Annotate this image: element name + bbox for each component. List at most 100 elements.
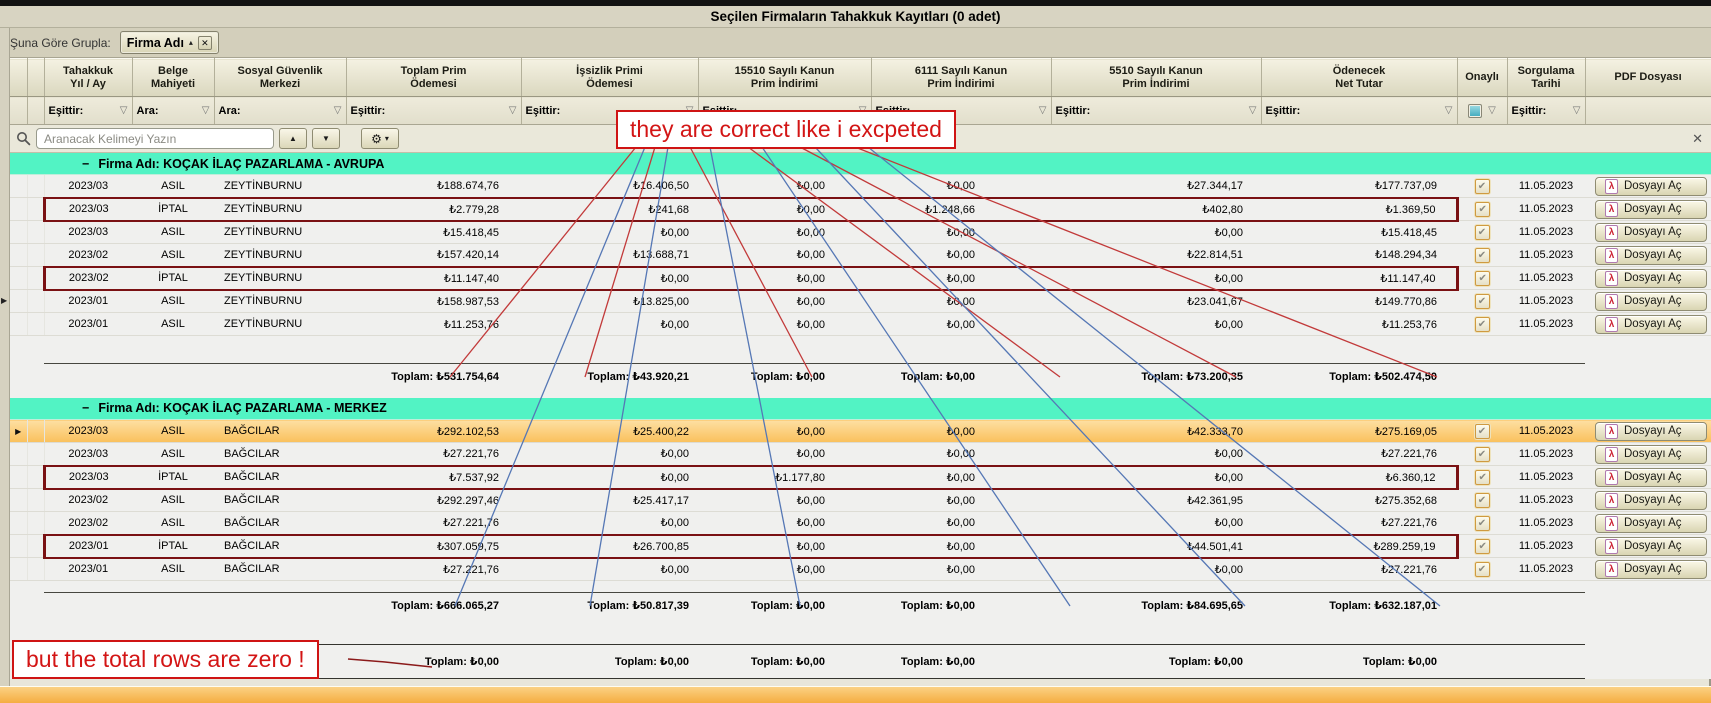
filter-odenecek[interactable]: Eşittir:▽ xyxy=(1261,97,1457,125)
column-header-15510[interactable]: 15510 Sayılı KanunPrim İndirimi xyxy=(698,59,871,97)
filter-icon[interactable]: ▽ xyxy=(509,105,517,116)
filter-icon[interactable]: ▽ xyxy=(1249,105,1257,116)
search-prev-button[interactable]: ▲ xyxy=(279,128,307,149)
open-pdf-button[interactable]: λDosyayı Aç xyxy=(1595,491,1707,510)
checkbox-checked-icon[interactable]: ✔ xyxy=(1475,294,1490,309)
checkbox-checked-icon[interactable]: ✔ xyxy=(1475,179,1490,194)
amount-cell: ₺13.825,00 xyxy=(521,290,698,313)
row-indicator-cell xyxy=(10,290,27,313)
amount-cell: ₺27.221,76 xyxy=(346,512,521,535)
pdf-button-label: Dosyayı Aç xyxy=(1624,471,1682,483)
open-pdf-button[interactable]: λDosyayı Aç xyxy=(1595,292,1707,311)
column-header-5510[interactable]: 5510 Sayılı KanunPrim İndirimi xyxy=(1051,59,1261,97)
column-header-sorgulama[interactable]: SorgulamaTarihi xyxy=(1507,59,1585,97)
table-row[interactable]: 2023/03ASILZEYTİNBURNU₺188.674,76₺16.406… xyxy=(10,175,1711,198)
close-search-icon[interactable]: ✕ xyxy=(1692,131,1705,147)
checkbox-checked-icon[interactable]: ✔ xyxy=(1475,516,1490,531)
open-pdf-button[interactable]: λDosyayı Aç xyxy=(1595,514,1707,533)
collapse-group-icon[interactable]: − xyxy=(82,157,89,171)
doc-type-cell: İPTAL xyxy=(132,535,214,558)
table-row[interactable]: 2023/02ASILBAĞCILAR₺292.297,46₺25.417,17… xyxy=(10,489,1711,512)
table-row[interactable]: 2023/03ASILBAĞCILAR₺27.221,76₺0,00₺0,00₺… xyxy=(10,443,1711,466)
filter-sorgulama[interactable]: Eşittir:▽ xyxy=(1507,97,1585,125)
chip-close-icon[interactable]: ✕ xyxy=(198,36,212,50)
table-row[interactable]: 2023/01ASILZEYTİNBURNU₺11.253,76₺0,00₺0,… xyxy=(10,313,1711,336)
search-options-button[interactable]: ⚙▾ xyxy=(361,128,399,149)
row-expand-cell xyxy=(27,244,44,267)
table-row[interactable]: 2023/03İPTALZEYTİNBURNU₺2.779,28₺241,68₺… xyxy=(10,198,1711,221)
filter-icon[interactable]: ▽ xyxy=(202,105,210,116)
filter-belge[interactable]: Ara:▽ xyxy=(132,97,214,125)
checkbox-checked-icon[interactable]: ✔ xyxy=(1475,539,1490,554)
filter-toplam-prim[interactable]: Eşittir:▽ xyxy=(346,97,521,125)
checkbox-checked-icon[interactable]: ✔ xyxy=(1475,202,1490,217)
column-header-6111[interactable]: 6111 Sayılı KanunPrim İndirimi xyxy=(871,59,1051,97)
open-pdf-button[interactable]: λDosyayı Aç xyxy=(1595,223,1707,242)
group-chip-firma-adi[interactable]: Firma Adı ▴ ✕ xyxy=(120,31,219,54)
filter-icon[interactable]: ▽ xyxy=(334,105,342,116)
checkbox-checked-icon[interactable]: ✔ xyxy=(1475,424,1490,439)
open-pdf-button[interactable]: λDosyayı Aç xyxy=(1595,468,1707,487)
amount-cell: ₺42.333,70 xyxy=(1051,420,1261,443)
filter-icon[interactable]: ▽ xyxy=(1039,105,1047,116)
data-grid: TahakkukYıl / Ay BelgeMahiyeti Sosyal Gü… xyxy=(10,58,1711,679)
column-header-onayli[interactable]: Onaylı xyxy=(1457,59,1507,97)
search-input[interactable] xyxy=(36,128,274,149)
filter-icon[interactable]: ▽ xyxy=(1573,105,1581,116)
checkbox-checked-icon[interactable]: ✔ xyxy=(1475,225,1490,240)
collapse-group-icon[interactable]: − xyxy=(82,401,89,415)
table-row[interactable]: 2023/01ASILZEYTİNBURNU₺158.987,53₺13.825… xyxy=(10,290,1711,313)
collapsed-side-panel[interactable]: ▶ xyxy=(0,28,10,686)
total-value: Toplam: ₺0,00 xyxy=(521,645,698,679)
open-pdf-button[interactable]: λDosyayı Aç xyxy=(1595,445,1707,464)
column-header-toplam-prim[interactable]: Toplam PrimÖdemesi xyxy=(346,59,521,97)
open-pdf-button[interactable]: λDosyayı Aç xyxy=(1595,177,1707,196)
group-chip-label: Firma Adı xyxy=(127,36,184,50)
open-pdf-button[interactable]: λDosyayı Aç xyxy=(1595,560,1707,579)
table-row[interactable]: 2023/03ASILZEYTİNBURNU₺15.418,45₺0,00₺0,… xyxy=(10,221,1711,244)
search-next-button[interactable]: ▼ xyxy=(312,128,340,149)
checkbox-checked-icon[interactable]: ✔ xyxy=(1475,248,1490,263)
filter-onayli[interactable]: ▽ xyxy=(1457,97,1507,125)
filter-5510[interactable]: Eşittir:▽ xyxy=(1051,97,1261,125)
filter-icon[interactable]: ▽ xyxy=(120,105,128,116)
filter-icon[interactable]: ▽ xyxy=(1488,105,1496,116)
table-row[interactable]: 2023/02ASILBAĞCILAR₺27.221,76₺0,00₺0,00₺… xyxy=(10,512,1711,535)
table-row[interactable]: 2023/01İPTALBAĞCILAR₺307.059,75₺26.700,8… xyxy=(10,535,1711,558)
checkbox-checked-icon[interactable]: ✔ xyxy=(1475,493,1490,508)
column-header-belge[interactable]: BelgeMahiyeti xyxy=(132,59,214,97)
checkbox-checked-icon[interactable]: ✔ xyxy=(1475,562,1490,577)
checkbox-checked-icon[interactable]: ✔ xyxy=(1475,317,1490,332)
checkbox-checked-icon[interactable]: ✔ xyxy=(1475,447,1490,462)
group-header-row[interactable]: −Firma Adı: KOÇAK İLAÇ PAZARLAMA - AVRUP… xyxy=(10,153,1711,175)
column-header-sgk-merkezi[interactable]: Sosyal GüvenlikMerkezi xyxy=(214,59,346,97)
filter-icon[interactable]: ▽ xyxy=(1445,105,1453,116)
open-pdf-button[interactable]: λDosyayı Aç xyxy=(1595,422,1707,441)
pdf-icon: λ xyxy=(1605,493,1618,508)
column-header-issizlik[interactable]: İşsizlik PrimiÖdemesi xyxy=(521,59,698,97)
row-indicator-header xyxy=(10,59,27,97)
table-row[interactable]: ▶2023/03ASILBAĞCILAR₺292.102,53₺25.400,2… xyxy=(10,420,1711,443)
open-pdf-button[interactable]: λDosyayı Aç xyxy=(1595,200,1707,219)
approved-cell: ✔ xyxy=(1457,313,1507,336)
checkbox-checked-icon[interactable]: ✔ xyxy=(1475,271,1490,286)
open-pdf-button[interactable]: λDosyayı Aç xyxy=(1595,537,1707,556)
column-header-pdf[interactable]: PDF Dosyası xyxy=(1585,59,1711,97)
open-pdf-button[interactable]: λDosyayı Aç xyxy=(1595,246,1707,265)
table-row[interactable]: 2023/02İPTALZEYTİNBURNU₺11.147,40₺0,00₺0… xyxy=(10,267,1711,290)
filter-checkbox-icon[interactable] xyxy=(1468,104,1482,118)
filter-tahakkuk[interactable]: Eşittir:▽ xyxy=(44,97,132,125)
query-date-cell: 11.05.2023 xyxy=(1507,558,1585,581)
expand-panel-icon[interactable]: ▶ xyxy=(1,296,7,305)
column-header-odenecek[interactable]: ÖdenecekNet Tutar xyxy=(1261,59,1457,97)
open-pdf-button[interactable]: λDosyayı Aç xyxy=(1595,315,1707,334)
table-row[interactable]: 2023/01ASILBAĞCILAR₺27.221,76₺0,00₺0,00₺… xyxy=(10,558,1711,581)
row-expand-cell xyxy=(27,535,44,558)
filter-sgk-merkezi[interactable]: Ara:▽ xyxy=(214,97,346,125)
table-row[interactable]: 2023/03İPTALBAĞCILAR₺7.537,92₺0,00₺1.177… xyxy=(10,466,1711,489)
checkbox-checked-icon[interactable]: ✔ xyxy=(1475,470,1490,485)
column-header-tahakkuk[interactable]: TahakkukYıl / Ay xyxy=(44,59,132,97)
group-header-row[interactable]: −Firma Adı: KOÇAK İLAÇ PAZARLAMA - MERKE… xyxy=(10,398,1711,420)
open-pdf-button[interactable]: λDosyayı Aç xyxy=(1595,269,1707,288)
table-row[interactable]: 2023/02ASILZEYTİNBURNU₺157.420,14₺13.688… xyxy=(10,244,1711,267)
